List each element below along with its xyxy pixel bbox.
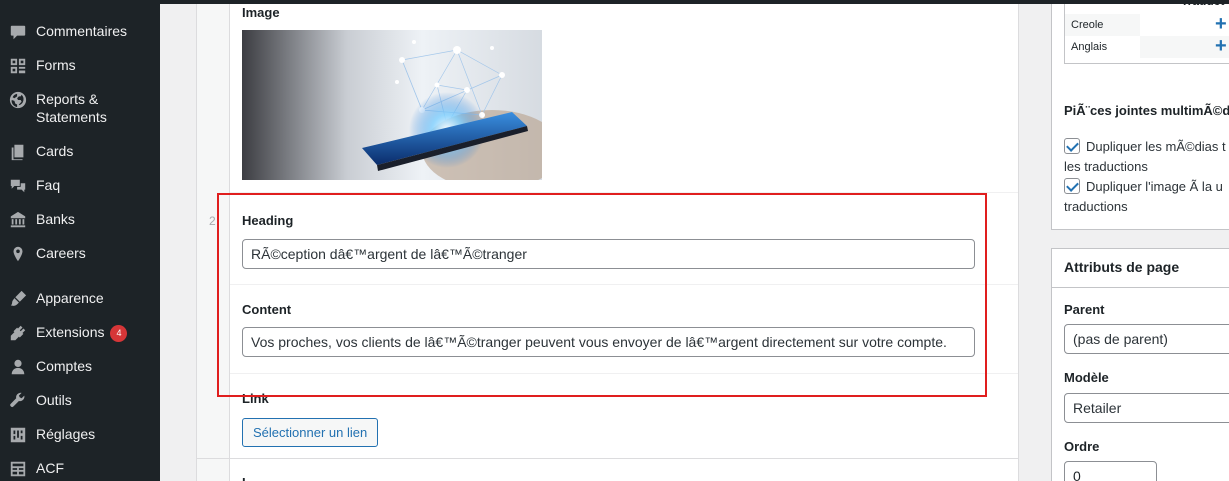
sidebar-item-outils[interactable]: Outils [0, 391, 160, 410]
sidebar-item-label: Faq [36, 177, 61, 193]
sidebar-item-extensions[interactable]: Extensions 4 [0, 323, 160, 342]
sidebar-item-label: Cards [36, 143, 74, 159]
sidebar-item-label: ACF [36, 460, 64, 476]
settings-icon [0, 425, 36, 444]
duplicate-media-label: Dupliquer les mÃ©dias t vers les traduct… [1064, 139, 1229, 174]
brush-icon [0, 289, 36, 308]
page-attributes-title: Attributs de page [1064, 259, 1180, 275]
sidebar-item-label: Reports & Statements [36, 91, 107, 125]
sidebar-item-banks[interactable]: Banks [0, 210, 160, 229]
sidebar-item-label: Apparence [36, 290, 104, 306]
translations-table: Traduct Creole + Anglais + [1064, 0, 1229, 64]
sidebar-item-forms[interactable]: Forms [0, 56, 160, 75]
phone-network-image [242, 30, 542, 180]
wrench-icon [0, 391, 36, 410]
main-content: 2 Image Heading RÃ©ception dâ€™argent de… [160, 0, 1229, 481]
sidebar-item-label: Careers [36, 245, 86, 261]
comment-icon [0, 22, 36, 41]
panel-divider [1052, 287, 1229, 288]
sidebar-item-label: Comptes [36, 358, 93, 374]
sidebar-item-careers[interactable]: Careers [0, 244, 160, 263]
heading-field-label: Heading [242, 213, 294, 228]
sidebar-item-text: Extensions [36, 324, 105, 340]
parent-label: Parent [1064, 302, 1105, 317]
language-name: Anglais [1071, 41, 1108, 53]
language-name: Creole [1071, 19, 1104, 31]
image-field-label: Image [242, 5, 280, 20]
update-count-badge: 4 [110, 325, 128, 342]
checkbox-checked-icon[interactable] [1064, 178, 1080, 194]
sidebar-item-cards[interactable]: Cards [0, 142, 160, 161]
duplicate-media-option[interactable]: Dupliquer les mÃ©dias t vers les traduct… [1064, 137, 1229, 177]
translation-panel: Traduct Creole + Anglais + PiÃ¨ces joint… [1051, 0, 1229, 230]
parent-select[interactable]: (pas de parent) [1064, 324, 1229, 354]
sidebar-item-label: Extensions 4 [36, 323, 156, 342]
sidebar-item-label: Réglages [36, 426, 96, 442]
add-translation-icon[interactable]: + [1215, 14, 1227, 34]
sidebar-item-label: Banks [36, 211, 75, 227]
model-label: Modèle [1064, 370, 1109, 385]
plugin-icon [0, 323, 36, 342]
pages-icon [0, 142, 36, 161]
careers-icon [0, 244, 36, 263]
field-divider [230, 192, 1018, 193]
row-index: 2 [209, 214, 216, 228]
image-preview[interactable] [242, 30, 542, 180]
user-icon [0, 357, 36, 376]
order-input[interactable]: 0 [1064, 461, 1157, 481]
sidebar-item-reglages[interactable]: Réglages [0, 425, 160, 444]
repeater-row: Image Heading RÃ©ception dâ€™argent de l… [230, 4, 1018, 458]
admin-sidebar: Commentaires Forms Reports & Statements … [0, 0, 160, 481]
translation-row-anglais: Anglais + [1065, 36, 1229, 58]
link-field-label: Link [242, 391, 269, 406]
sidebar-item-comptes[interactable]: Comptes [0, 357, 160, 376]
row-drag-handle[interactable]: 2 [197, 4, 230, 458]
forms-icon [0, 56, 36, 75]
model-select[interactable]: Retailer [1064, 393, 1229, 423]
media-attachments-title: PiÃ¨ces jointes multimÃ©d [1064, 103, 1229, 118]
duplicate-image-option[interactable]: Dupliquer l'image Ã la u traductions [1064, 177, 1229, 217]
sidebar-item-faq[interactable]: Faq [0, 176, 160, 195]
repeater-next-row: I [197, 458, 1018, 481]
sidebar-item-reports[interactable]: Reports & Statements [0, 90, 160, 126]
admin-bar [0, 0, 1229, 4]
heading-input[interactable]: RÃ©ception dâ€™argent de lâ€™Ã©tranger [242, 239, 975, 269]
page-attributes-panel: Attributs de page Parent (pas de parent)… [1051, 248, 1229, 481]
content-field-label: Content [242, 302, 292, 317]
sidebar-item-label: Outils [36, 392, 72, 408]
next-row-field-label: I [242, 475, 246, 481]
globe-icon [0, 90, 36, 109]
acf-icon [0, 459, 36, 478]
acf-repeater: 2 Image Heading RÃ©ception dâ€™argent de… [196, 4, 1019, 481]
duplicate-image-label: Dupliquer l'image Ã la u traductions [1064, 179, 1223, 214]
sidebar-item-acf[interactable]: ACF [0, 459, 160, 478]
faq-icon [0, 176, 36, 195]
sidebar-item-label: Forms [36, 57, 76, 73]
bank-icon [0, 210, 36, 229]
row-drag-handle[interactable] [197, 459, 230, 481]
content-input[interactable]: Vos proches, vos clients de lâ€™Ã©trange… [242, 327, 975, 357]
order-label: Ordre [1064, 439, 1100, 454]
sidebar-item-commentaires[interactable]: Commentaires [0, 22, 160, 41]
translation-row-creole: Creole + [1065, 14, 1229, 36]
sidebar-item-label: Commentaires [36, 23, 128, 39]
field-divider [230, 373, 1018, 374]
field-divider [230, 284, 1018, 285]
add-translation-icon[interactable]: + [1215, 36, 1227, 56]
checkbox-checked-icon[interactable] [1064, 138, 1080, 154]
select-link-button[interactable]: Sélectionner un lien [242, 418, 379, 447]
sidebar-item-apparence[interactable]: Apparence [0, 289, 160, 308]
